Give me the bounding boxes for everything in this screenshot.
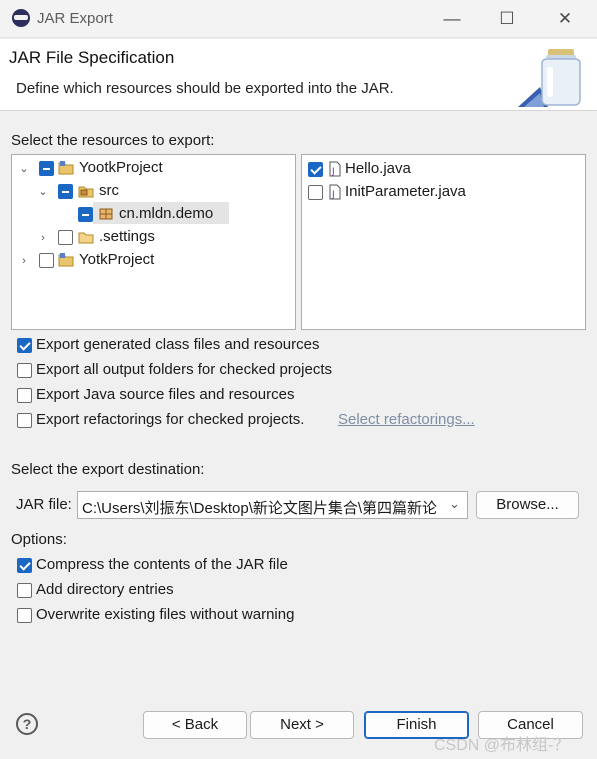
svg-text:J: J <box>331 167 335 177</box>
java-file-icon: J <box>329 161 341 177</box>
resource-tree[interactable]: ⌄ YootkProject ⌄ src cn.mldn.demo › .set… <box>11 154 296 330</box>
overwrite-label[interactable]: Overwrite existing files without warning <box>36 606 294 623</box>
resources-label: Select the resources to export: <box>11 132 215 149</box>
tree-checkbox-src[interactable] <box>58 184 73 199</box>
jar-file-value[interactable]: C:\Users\刘振东\Desktop\新论文图片集合\第四篇新论 <box>82 497 442 518</box>
overwrite-checkbox[interactable] <box>17 608 32 623</box>
tree-label-yotkproject[interactable]: YotkProject <box>79 251 154 268</box>
page-description: Define which resources should be exporte… <box>16 80 394 97</box>
project-icon <box>58 253 74 267</box>
export-refactorings-label[interactable]: Export refactorings for checked projects… <box>36 411 304 428</box>
tree-checkbox-cn-mldn-demo[interactable] <box>78 207 93 222</box>
export-refactorings-checkbox[interactable] <box>17 413 32 428</box>
compress-label[interactable]: Compress the contents of the JAR file <box>36 556 288 573</box>
file-label-initparameter[interactable]: InitParameter.java <box>345 183 466 200</box>
select-refactorings-link[interactable]: Select refactorings... <box>338 411 475 428</box>
chevron-down-icon[interactable]: ⌄ <box>449 496 463 514</box>
eclipse-app-icon <box>12 9 30 27</box>
chevron-right-icon[interactable]: › <box>37 232 49 244</box>
jar-banner-icon <box>518 49 581 107</box>
chevron-right-icon[interactable]: › <box>18 255 30 267</box>
svg-text:J: J <box>331 190 335 200</box>
jar-file-combobox[interactable]: C:\Users\刘振东\Desktop\新论文图片集合\第四篇新论 ⌄ <box>77 491 468 519</box>
tree-checkbox-settings[interactable] <box>58 230 73 245</box>
next-button[interactable]: Next > <box>250 711 354 739</box>
window-title: JAR Export <box>37 10 113 27</box>
package-folder-icon <box>78 186 94 198</box>
directory-entries-checkbox[interactable] <box>17 583 32 598</box>
project-icon <box>58 161 74 175</box>
tree-label-cn-mldn-demo[interactable]: cn.mldn.demo <box>119 205 213 222</box>
java-file-icon: J <box>329 184 341 200</box>
tree-label-src[interactable]: src <box>99 182 119 199</box>
destination-label: Select the export destination: <box>11 461 205 478</box>
options-label: Options: <box>11 531 67 548</box>
minimize-button[interactable]: — <box>434 6 470 32</box>
export-source-files-checkbox[interactable] <box>17 388 32 403</box>
chevron-down-icon[interactable]: ⌄ <box>37 186 49 198</box>
close-button[interactable]: ✕ <box>547 6 583 32</box>
compress-checkbox[interactable] <box>17 558 32 573</box>
export-source-files-label[interactable]: Export Java source files and resources <box>36 386 294 403</box>
tree-label-yootkproject[interactable]: YootkProject <box>79 159 163 176</box>
file-checkbox-initparameter[interactable] <box>308 185 323 200</box>
browse-button[interactable]: Browse... <box>476 491 579 519</box>
export-output-folders-label[interactable]: Export all output folders for checked pr… <box>36 361 332 378</box>
maximize-button[interactable]: ☐ <box>489 6 525 32</box>
jar-file-label: JAR file: <box>16 496 72 513</box>
file-list[interactable]: J Hello.java J InitParameter.java <box>301 154 586 330</box>
chevron-down-icon[interactable]: ⌄ <box>18 163 30 175</box>
title-bar: JAR Export — ☐ ✕ <box>0 0 597 38</box>
file-label-hello[interactable]: Hello.java <box>345 160 411 177</box>
file-checkbox-hello[interactable] <box>308 162 323 177</box>
export-class-files-label[interactable]: Export generated class files and resourc… <box>36 336 319 353</box>
watermark: CSDN @布林组-？ <box>434 737 570 754</box>
help-icon[interactable]: ? <box>16 713 38 735</box>
export-class-files-checkbox[interactable] <box>17 338 32 353</box>
page-title: JAR File Specification <box>9 48 175 67</box>
wizard-header: JAR File Specification Define which reso… <box>0 39 597 111</box>
tree-label-settings[interactable]: .settings <box>99 228 155 245</box>
directory-entries-label[interactable]: Add directory entries <box>36 581 174 598</box>
tree-checkbox-yootkproject[interactable] <box>39 161 54 176</box>
back-button[interactable]: < Back <box>143 711 247 739</box>
folder-icon <box>78 232 94 244</box>
export-output-folders-checkbox[interactable] <box>17 363 32 378</box>
tree-checkbox-yotkproject[interactable] <box>39 253 54 268</box>
package-icon <box>99 208 113 220</box>
